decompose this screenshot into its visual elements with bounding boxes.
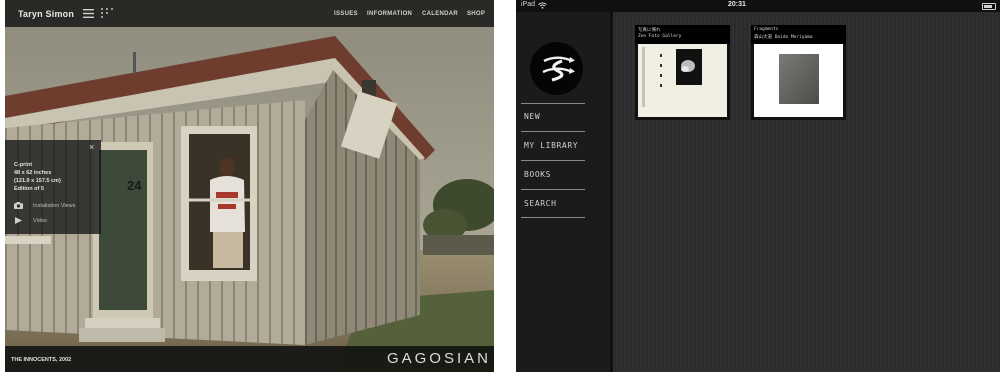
list-view-icon[interactable] bbox=[83, 9, 94, 18]
camera-icon[interactable] bbox=[14, 202, 23, 209]
book-cover bbox=[638, 44, 727, 117]
artist-name-logo[interactable]: Taryn Simon bbox=[18, 9, 74, 19]
book-author: Zen Foto Gallery bbox=[638, 34, 682, 39]
swirl-logo-icon bbox=[542, 56, 575, 82]
cover-art-image bbox=[779, 54, 819, 104]
door-number: 24 bbox=[127, 178, 142, 193]
medium-label: C-print bbox=[14, 162, 33, 168]
menu-divider bbox=[521, 160, 585, 161]
edition-label: Edition of 5 bbox=[14, 186, 44, 192]
nav-calendar[interactable]: CALENDAR bbox=[422, 11, 458, 17]
site-header: Taryn Simon ISSUES INFORMATION CALENDAR … bbox=[5, 0, 494, 27]
book-cover bbox=[754, 44, 843, 117]
ipad-app-panel: iPad 20:31 NEW MY LIBRARY BOOKS SEARCH 写… bbox=[516, 0, 1000, 372]
artwork-caption: THE INNOCENTS, 2002 bbox=[11, 357, 72, 363]
artwork-info-panel: × C-print 48 x 62 inches (121.9 x 157.5 … bbox=[5, 140, 101, 234]
book-meta: 写真に帰れ Zen Foto Gallery bbox=[635, 25, 730, 44]
menu-divider bbox=[521, 217, 585, 218]
grid-view-icon[interactable] bbox=[101, 8, 113, 18]
nav-information[interactable]: INFORMATION bbox=[367, 11, 412, 17]
installation-views-link[interactable]: Installation Views bbox=[33, 203, 75, 209]
battery-icon bbox=[982, 3, 996, 10]
menu-item-my-library[interactable]: MY LIBRARY bbox=[524, 141, 578, 150]
menu-divider bbox=[521, 131, 585, 132]
size-inches-label: 48 x 62 inches bbox=[14, 170, 52, 176]
website-panel: 24 Taryn Simon ISSUES INFORMATION CALEND bbox=[5, 0, 494, 372]
menu-item-books[interactable]: BOOKS bbox=[524, 170, 551, 179]
book-title: Fragments bbox=[754, 27, 779, 32]
menu-item-search[interactable]: SEARCH bbox=[524, 199, 557, 208]
app-logo[interactable] bbox=[530, 42, 583, 95]
book-title: 写真に帰れ bbox=[638, 28, 661, 33]
library-shelf: 写真に帰れ Zen Foto Gallery Fragments 森山大道 Da… bbox=[614, 12, 1000, 372]
app-sidebar: NEW MY LIBRARY BOOKS SEARCH bbox=[516, 12, 613, 372]
play-icon[interactable] bbox=[15, 217, 22, 224]
book-card[interactable]: Fragments 森山大道 Daido Moriyama bbox=[751, 25, 846, 120]
ios-status-bar: iPad 20:31 bbox=[516, 0, 1000, 12]
site-footer: THE INNOCENTS, 2002 GAGOSIAN bbox=[5, 346, 494, 372]
book-meta: Fragments 森山大道 Daido Moriyama bbox=[751, 25, 846, 44]
menu-divider bbox=[521, 189, 585, 190]
nav-shop[interactable]: SHOP bbox=[467, 11, 485, 17]
device-label: iPad bbox=[521, 1, 536, 8]
menu-item-new[interactable]: NEW bbox=[524, 112, 540, 121]
video-link[interactable]: Video bbox=[33, 218, 47, 224]
book-card[interactable]: 写真に帰れ Zen Foto Gallery bbox=[635, 25, 730, 120]
cover-art-image bbox=[642, 47, 702, 107]
menu-divider bbox=[521, 103, 585, 104]
book-author: 森山大道 Daido Moriyama bbox=[754, 35, 813, 40]
gallery-logo[interactable]: GAGOSIAN bbox=[387, 350, 491, 367]
size-cm-label: (121.9 x 157.5 cm) bbox=[14, 178, 61, 184]
clock: 20:31 bbox=[728, 1, 746, 8]
wifi-icon bbox=[538, 2, 547, 9]
close-icon[interactable]: × bbox=[89, 142, 94, 152]
nav-issues[interactable]: ISSUES bbox=[334, 11, 358, 17]
